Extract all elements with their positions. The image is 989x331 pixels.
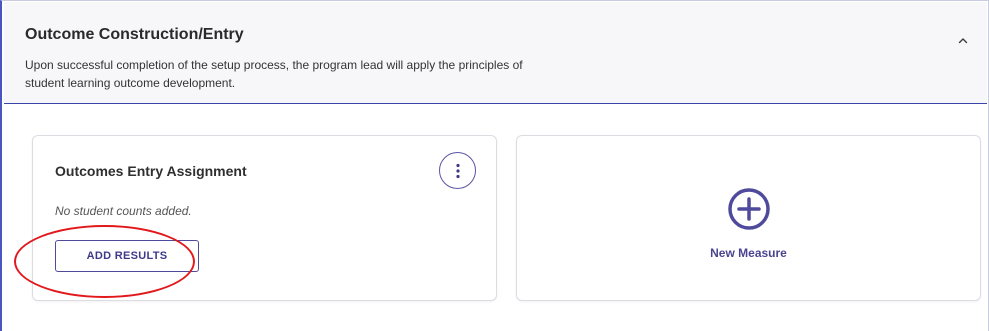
section-title: Outcome Construction/Entry — [25, 26, 244, 43]
new-measure-label: New Measure — [710, 246, 787, 260]
outcomes-entry-assignment-card: Outcomes Entry Assignment No student cou… — [32, 135, 497, 301]
add-results-button[interactable]: ADD RESULTS — [55, 240, 199, 272]
outcome-section-panel: Outcome Construction/Entry Upon successf… — [0, 0, 989, 331]
no-student-counts-note: No student counts added. — [55, 204, 192, 218]
new-measure-card[interactable]: New Measure — [516, 135, 981, 301]
plus-circle-icon — [728, 188, 770, 230]
chevron-up-icon[interactable] — [953, 30, 973, 50]
card-title: Outcomes Entry Assignment — [55, 163, 247, 179]
more-vertical-icon[interactable] — [439, 152, 476, 189]
section-description: Upon successful completion of the setup … — [25, 58, 523, 90]
section-header[interactable]: Outcome Construction/Entry Upon successf… — [4, 2, 987, 104]
